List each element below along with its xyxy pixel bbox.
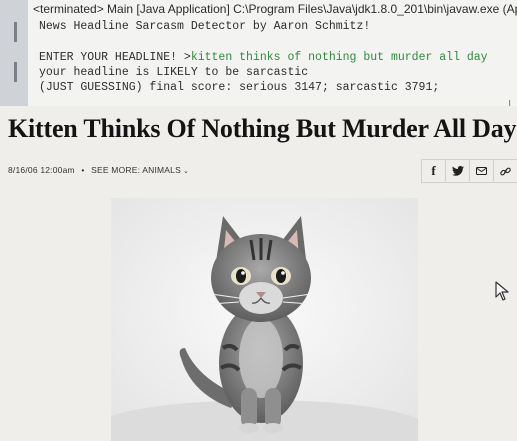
twitter-share-button[interactable] xyxy=(445,160,469,182)
console-panel: <terminated> Main [Java Application] C:\… xyxy=(0,0,517,110)
meta-separator: • xyxy=(81,165,85,175)
facebook-icon: f xyxy=(431,163,436,178)
program-name-line: News Headline Sarcasm Detector by Aaron … xyxy=(39,20,371,33)
console-gutter xyxy=(0,0,28,106)
article-date: 8/16/06 12:00am xyxy=(8,165,75,175)
article-meta: 8/16/06 12:00am • SEE MORE: ANIMALS ⌄ xyxy=(8,165,189,175)
share-bar: f xyxy=(421,159,517,183)
article-headline: Kitten Thinks Of Nothing But Murder All … xyxy=(8,114,517,143)
score-line: (JUST GUESSING) final score: serious 314… xyxy=(39,81,440,94)
gutter-marker xyxy=(14,22,17,42)
verdict-line: your headline is LIKELY to be sarcastic xyxy=(39,66,309,79)
prompt-text: ENTER YOUR HEADLINE! > xyxy=(39,51,191,64)
chevron-down-icon[interactable]: ⌄ xyxy=(183,168,189,175)
gutter-marker xyxy=(14,62,17,82)
console-title: <terminated> Main [Java Application] C:\… xyxy=(33,2,517,16)
prompt-line[interactable]: ENTER YOUR HEADLINE! >kitten thinks of n… xyxy=(39,51,488,64)
see-more-link[interactable]: SEE MORE: ANIMALS xyxy=(91,165,181,175)
email-share-button[interactable] xyxy=(469,160,493,182)
mouse-cursor-icon xyxy=(495,281,509,301)
email-icon xyxy=(476,167,487,175)
facebook-share-button[interactable]: f xyxy=(421,160,445,182)
kitten-photo xyxy=(111,198,418,441)
article: Kitten Thinks Of Nothing But Murder All … xyxy=(0,106,517,441)
user-input-text[interactable]: kitten thinks of nothing but murder all … xyxy=(191,51,488,64)
twitter-icon xyxy=(451,166,464,176)
link-icon xyxy=(500,167,511,175)
link-share-button[interactable] xyxy=(493,160,517,182)
